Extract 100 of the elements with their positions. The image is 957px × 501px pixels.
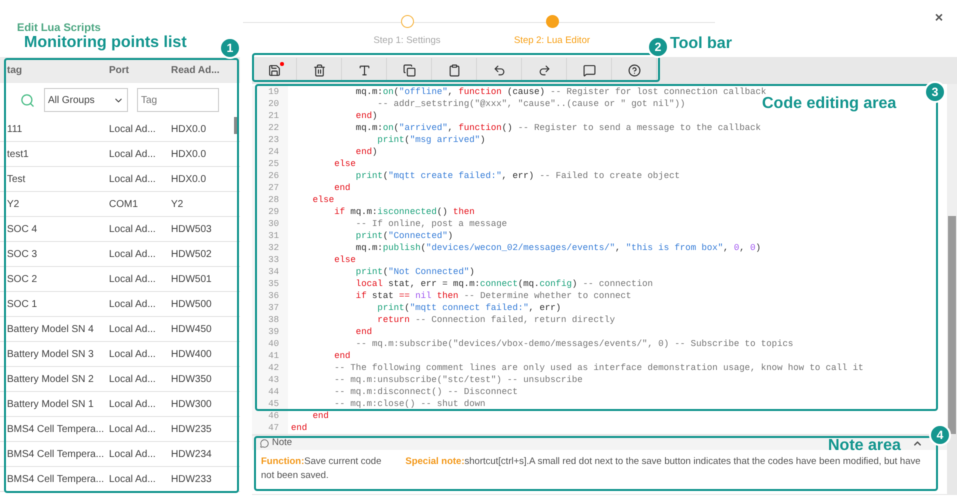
code-line: print("Connected") bbox=[354, 230, 454, 242]
line-number: 27 bbox=[252, 182, 288, 194]
code-line: end bbox=[312, 410, 329, 422]
line-number: 35 bbox=[252, 278, 288, 290]
table-cell-text: Battery Model SN 1 bbox=[6, 398, 95, 412]
table-cell-text: BMS4 Cell Tempera... bbox=[6, 448, 106, 462]
number-badge: 2 bbox=[647, 36, 669, 58]
table-cell-text: HDW234 bbox=[171, 448, 213, 462]
save-icon bbox=[268, 64, 280, 76]
table-cell-text: SOC 3 bbox=[6, 248, 38, 262]
trash-icon bbox=[312, 64, 326, 76]
group-select[interactable]: All Groups bbox=[44, 88, 128, 112]
line-number: 34 bbox=[252, 266, 288, 278]
line-number: 28 bbox=[252, 194, 288, 206]
table-cell-text: Local Ad... bbox=[109, 422, 157, 436]
table-cell-text: HDW233 bbox=[171, 472, 213, 486]
line-number: 30 bbox=[252, 218, 288, 230]
table-cell-text: test1 bbox=[6, 148, 30, 162]
table-cell-text: HDW503 bbox=[171, 222, 213, 236]
window-title: Edit Lua Scripts bbox=[17, 22, 101, 34]
help-icon bbox=[628, 64, 640, 76]
column-header: Read Ad... bbox=[171, 64, 221, 78]
table-cell-text: Local Ad... bbox=[109, 322, 157, 336]
table-cell-text: Battery Model SN 2 bbox=[6, 372, 95, 386]
table-cell-text: Local Ad... bbox=[109, 122, 157, 136]
line-number: 23 bbox=[252, 134, 288, 146]
code-line: mq.m:on("arrived", function() -- Register to send a message to the callback bbox=[354, 122, 761, 134]
table-cell-text: Local Ad... bbox=[109, 248, 157, 262]
close-button[interactable]: × bbox=[934, 10, 943, 24]
line-number: 25 bbox=[252, 158, 288, 170]
table-cell-text: Y2 bbox=[6, 198, 20, 212]
table-cell-text: SOC 1 bbox=[6, 298, 38, 312]
line-number: 29 bbox=[252, 206, 288, 218]
code-line: print("mqtt create failed:", err) -- Failed to create object bbox=[354, 170, 680, 182]
table-cell-text: Test bbox=[6, 172, 26, 186]
table-cell-text: HDX0.0 bbox=[171, 148, 208, 162]
column-header: tag bbox=[6, 64, 23, 78]
code-line: -- mq.m:subscribe("devices/vbox-demo/messages/events/", 0) -- Subscribe to topics bbox=[354, 338, 794, 350]
table-cell-text: Local Ad... bbox=[109, 272, 157, 286]
table-cell-text: 111 bbox=[6, 122, 24, 136]
line-number: 26 bbox=[252, 170, 288, 182]
line-number: 40 bbox=[252, 338, 288, 350]
table-cell-text: Local Ad... bbox=[109, 222, 157, 236]
line-number: 37 bbox=[252, 302, 288, 314]
note-text: Function:Save current code Special note:shortcut[ctrl+s].A small red dot next to the save button indicates that the codes have been modified, but have not been saved. bbox=[261, 455, 922, 483]
table-cell-text: HDW500 bbox=[171, 298, 213, 312]
table-cell-text: Battery Model SN 3 bbox=[6, 348, 95, 362]
code-line: end) bbox=[354, 146, 378, 158]
code-line: end bbox=[333, 182, 350, 194]
line-number: 43 bbox=[252, 374, 288, 386]
table-cell-text: SOC 2 bbox=[6, 272, 38, 286]
code-line: -- mq.m:disconnect() -- Disconnect bbox=[333, 386, 518, 398]
number-badge: 1 bbox=[219, 37, 241, 59]
code-line: mq.m:on("offline", function (cause) -- Register for lost connection callback bbox=[354, 86, 766, 97]
code-line: end bbox=[290, 422, 308, 434]
table-cell-text: HDX0.0 bbox=[171, 172, 208, 186]
scrollbar-thumb[interactable] bbox=[948, 216, 956, 434]
copy-icon bbox=[402, 64, 416, 76]
line-number: 22 bbox=[252, 122, 288, 134]
line-number: 20 bbox=[252, 98, 288, 110]
line-number: 32 bbox=[252, 242, 288, 254]
table-cell-text: Local Ad... bbox=[109, 148, 157, 162]
annotation-label: Tool bar bbox=[670, 34, 732, 54]
table-cell-text: BMS4 Cell Tempera... bbox=[6, 422, 106, 436]
annotation-label: Code editing area bbox=[762, 94, 896, 114]
table-cell-text: HDW400 bbox=[171, 348, 213, 362]
table-cell-text: HDX0.0 bbox=[171, 122, 208, 136]
code-line: -- If online, post a message bbox=[354, 218, 508, 230]
note-title: Note bbox=[272, 436, 292, 450]
annotation-label: Note area bbox=[828, 436, 901, 456]
column-header: Port bbox=[109, 64, 130, 78]
tag-input[interactable]: Tag bbox=[137, 88, 219, 112]
table-cell-text: HDW502 bbox=[171, 248, 213, 262]
code-line: mq.m:publish("devices/wecon_02/messages/events/", "this is from box", 0, 0) bbox=[354, 242, 761, 254]
line-number: 42 bbox=[252, 362, 288, 374]
code-line: print("Not Connected") bbox=[354, 266, 475, 278]
line-number: 39 bbox=[252, 326, 288, 338]
redo-icon bbox=[538, 64, 550, 76]
table-cell-text: Local Ad... bbox=[109, 298, 157, 312]
code-line: print("mqtt connect failed:", err) bbox=[376, 302, 562, 314]
code-line: if mq.m:isconnected() then bbox=[333, 206, 475, 218]
code-line: end bbox=[354, 326, 372, 338]
table-cell-text: Local Ad... bbox=[109, 448, 157, 462]
line-number: 41 bbox=[252, 350, 288, 362]
code-line: return -- Connection failed, return directly bbox=[376, 314, 616, 326]
table-cell-text: HDW501 bbox=[171, 272, 213, 286]
scrollbar-thumb[interactable] bbox=[234, 117, 239, 134]
line-number: 46 bbox=[252, 410, 288, 422]
line-number: 19 bbox=[252, 86, 288, 98]
table-cell-text: Local Ad... bbox=[109, 372, 157, 386]
text-icon bbox=[358, 64, 370, 76]
undo-icon bbox=[492, 64, 506, 76]
speech-bubble-icon bbox=[260, 438, 269, 448]
clipboard-icon bbox=[448, 64, 460, 76]
line-number: 21 bbox=[252, 110, 288, 122]
table-cell-text: BMS4 Cell Tempera... bbox=[6, 472, 106, 486]
line-number: 36 bbox=[252, 290, 288, 302]
table-cell-text: HDW450 bbox=[171, 322, 213, 336]
line-number: 31 bbox=[252, 230, 288, 242]
table-cell-text: SOC 4 bbox=[6, 222, 38, 236]
